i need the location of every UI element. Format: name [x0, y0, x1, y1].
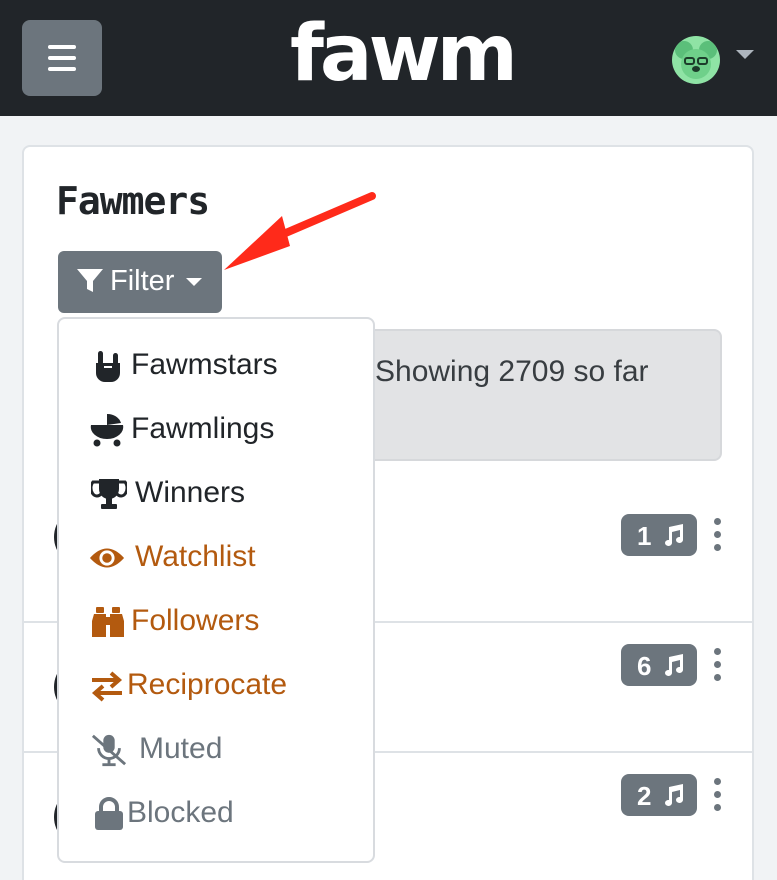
filter-option-followers[interactable]: Followers — [59, 591, 373, 655]
hamburger-bar — [48, 67, 76, 71]
fawm-logo[interactable]: fawm — [290, 14, 518, 94]
filter-option-reciprocate[interactable]: Reciprocate — [59, 655, 373, 719]
lock-icon — [95, 797, 123, 830]
results-count-text: Showing 2709 so far — [375, 355, 649, 388]
song-count: 1 — [637, 521, 652, 551]
filter-option-label: Blocked — [127, 796, 234, 829]
filter-option-label: Fawmlings — [131, 412, 275, 445]
koala-avatar-icon — [675, 41, 717, 79]
filter-option-label: Watchlist — [135, 540, 256, 573]
muted-microphone-icon — [91, 734, 127, 767]
filter-dropdown-menu: Fawmstars Fawmlings Winners Watchlist Fo… — [57, 317, 375, 863]
hamburger-bar — [48, 45, 76, 49]
hamburger-menu-button[interactable] — [22, 20, 102, 96]
filter-option-muted[interactable]: Muted — [59, 719, 373, 783]
filter-option-label: Winners — [135, 476, 246, 509]
chevron-down-icon — [186, 278, 202, 286]
filter-option-fawmstars[interactable]: Fawmstars — [59, 335, 373, 399]
baby-carriage-icon — [90, 413, 124, 447]
filter-option-label: Followers — [131, 604, 260, 637]
eye-icon — [89, 548, 125, 568]
song-count: 6 — [637, 651, 652, 681]
user-avatar[interactable] — [672, 36, 720, 84]
music-note-icon — [665, 524, 683, 546]
page-title: Fawmers — [56, 179, 210, 223]
row-options-kebab-icon[interactable] — [712, 778, 722, 812]
filter-option-fawmlings[interactable]: Fawmlings — [59, 399, 373, 463]
rock-hand-icon — [96, 351, 120, 382]
row-options-kebab-icon[interactable] — [712, 648, 722, 682]
row-options-kebab-icon[interactable] — [712, 518, 722, 552]
filter-option-label: Fawmstars — [131, 348, 278, 381]
trophy-icon — [91, 479, 127, 509]
binoculars-icon — [92, 607, 124, 637]
song-count: 2 — [637, 781, 652, 811]
filter-dropdown-button[interactable]: Filter — [58, 251, 222, 313]
filter-option-watchlist[interactable]: Watchlist — [59, 527, 373, 591]
filter-funnel-icon — [77, 269, 103, 292]
user-menu-caret-icon[interactable] — [736, 50, 754, 59]
song-count-badge: 2 — [621, 774, 697, 816]
annotation-arrow-icon — [224, 192, 376, 270]
song-count-badge: 1 — [621, 514, 697, 556]
filter-label: Filter — [110, 265, 175, 297]
filter-option-label: Muted — [139, 732, 223, 765]
music-note-icon — [665, 654, 683, 676]
hamburger-bar — [48, 56, 76, 60]
song-count-badge: 6 — [621, 644, 697, 686]
exchange-arrows-icon — [91, 671, 123, 702]
top-navbar: fawm — [0, 0, 777, 116]
filter-option-label: Reciprocate — [127, 668, 288, 701]
filter-option-blocked[interactable]: Blocked — [59, 783, 373, 847]
music-note-icon — [665, 784, 683, 806]
filter-option-winners[interactable]: Winners — [59, 463, 373, 527]
